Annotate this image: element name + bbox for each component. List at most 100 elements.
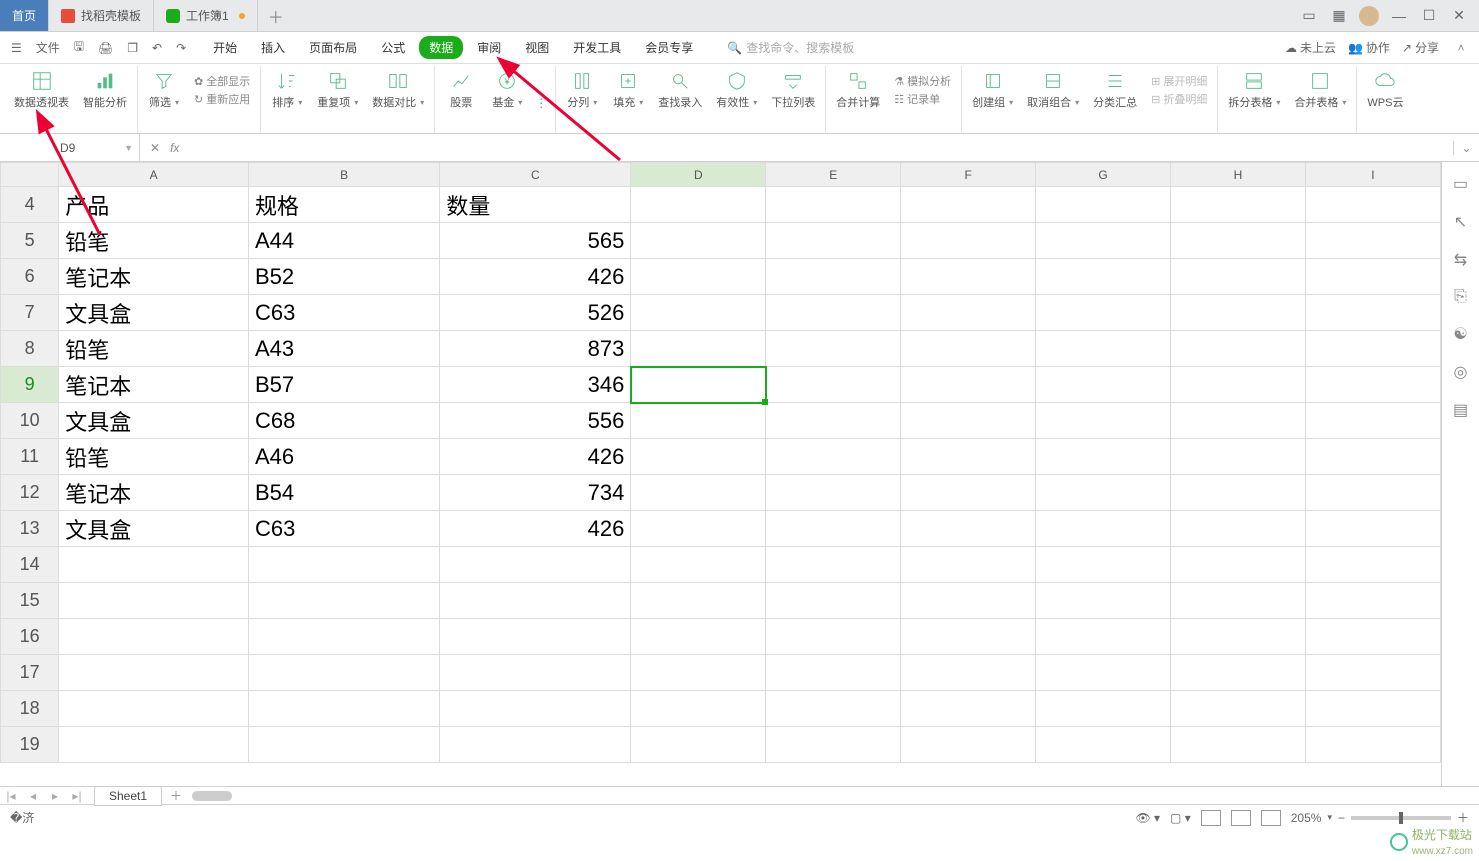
cell-E15[interactable] (766, 583, 901, 619)
pivot-table-button[interactable]: 数据透视表 (8, 68, 75, 112)
horizontal-scrollbar[interactable] (192, 791, 1469, 801)
cell-G17[interactable] (1036, 655, 1171, 691)
cell-C15[interactable] (440, 583, 631, 619)
col-header-D[interactable]: D (631, 163, 766, 187)
cell-C4[interactable]: 数量 (440, 187, 631, 223)
duplicates-button[interactable]: 重复项 (311, 68, 364, 112)
menu-icon[interactable]: ☰ (8, 41, 25, 55)
menu-页面布局[interactable]: 页面布局 (299, 36, 367, 59)
validation-button[interactable]: 有效性 (710, 68, 763, 112)
cell-A6[interactable]: 笔记本 (59, 259, 249, 295)
tab-add[interactable]: ＋ (258, 0, 294, 31)
cell-I12[interactable] (1305, 475, 1440, 511)
row-header-12[interactable]: 12 (1, 475, 59, 511)
cell-F13[interactable] (901, 511, 1036, 547)
cell-D10[interactable] (631, 403, 766, 439)
cell-A16[interactable] (59, 619, 249, 655)
close-button[interactable]: ✕ (1445, 4, 1473, 28)
cell-E4[interactable] (766, 187, 901, 223)
more-data-types[interactable]: ⋮ (531, 68, 551, 112)
menu-公式[interactable]: 公式 (371, 36, 415, 59)
cell-B18[interactable] (248, 691, 439, 727)
view-break[interactable] (1261, 810, 1281, 826)
col-header-I[interactable]: I (1305, 163, 1440, 187)
side-chat-icon[interactable]: ☯ (1453, 324, 1467, 344)
cell-F15[interactable] (901, 583, 1036, 619)
user-avatar[interactable] (1355, 4, 1383, 28)
zoom-slider[interactable] (1351, 816, 1451, 820)
cell-G6[interactable] (1036, 259, 1171, 295)
reapply-button[interactable]: ↻重新应用 (194, 91, 250, 107)
zoom-out-icon[interactable]: − (1338, 811, 1345, 825)
cell-D19[interactable] (631, 727, 766, 763)
cell-A9[interactable]: 笔记本 (59, 367, 249, 403)
apps-icon[interactable]: ▦ (1325, 4, 1353, 28)
cell-G15[interactable] (1036, 583, 1171, 619)
cell-E10[interactable] (766, 403, 901, 439)
cell-E18[interactable] (766, 691, 901, 727)
record-form-button[interactable]: ☷记录单 (894, 91, 951, 107)
cell-G18[interactable] (1036, 691, 1171, 727)
sheet-tab[interactable]: Sheet1 (94, 786, 162, 806)
col-header-C[interactable]: C (440, 163, 631, 187)
cell-B11[interactable]: A46 (248, 439, 439, 475)
zoom-control[interactable]: 205%▾ − ＋ (1291, 809, 1469, 826)
cell-B19[interactable] (248, 727, 439, 763)
col-header-G[interactable]: G (1036, 163, 1171, 187)
cell-B13[interactable]: C63 (248, 511, 439, 547)
name-box[interactable]: D9▼ (0, 134, 140, 161)
eye-icon[interactable]: 👁 ▾ (1135, 811, 1160, 825)
cell-G16[interactable] (1036, 619, 1171, 655)
cell-E8[interactable] (766, 331, 901, 367)
menu-开发工具[interactable]: 开发工具 (563, 36, 631, 59)
cell-C11[interactable]: 426 (440, 439, 631, 475)
col-header-A[interactable]: A (59, 163, 249, 187)
cell-H18[interactable] (1171, 691, 1306, 727)
group-button[interactable]: 创建组 (966, 68, 1019, 112)
what-if-button[interactable]: ⚗模拟分析 (894, 73, 951, 89)
sheet-nav-prev[interactable]: ◂ (22, 789, 44, 803)
cell-H7[interactable] (1171, 295, 1306, 331)
command-search[interactable]: 🔍 查找命令、搜索模板 (727, 39, 854, 56)
cell-C9[interactable]: 346 (440, 367, 631, 403)
menu-会员专享[interactable]: 会员专享 (635, 36, 703, 59)
cell-F11[interactable] (901, 439, 1036, 475)
cell-G14[interactable] (1036, 547, 1171, 583)
cell-F6[interactable] (901, 259, 1036, 295)
cell-E5[interactable] (766, 223, 901, 259)
cell-A14[interactable] (59, 547, 249, 583)
select-all-corner[interactable] (1, 163, 59, 187)
cell-G10[interactable] (1036, 403, 1171, 439)
cell-I14[interactable] (1305, 547, 1440, 583)
cell-A18[interactable] (59, 691, 249, 727)
row-header-6[interactable]: 6 (1, 259, 59, 295)
formula-expand-icon[interactable]: ⌄ (1453, 141, 1479, 155)
col-header-E[interactable]: E (766, 163, 901, 187)
share-button[interactable]: ↗ 分享 (1402, 39, 1439, 56)
side-book-icon[interactable]: ▤ (1453, 400, 1468, 420)
cell-C5[interactable]: 565 (440, 223, 631, 259)
ribbon-collapse-icon[interactable]: ˄ (1451, 41, 1471, 55)
tab-workbook[interactable]: 工作簿1 (154, 0, 258, 31)
cell-D18[interactable] (631, 691, 766, 727)
row-header-19[interactable]: 19 (1, 727, 59, 763)
fill-button[interactable]: 填充 (606, 68, 650, 112)
cell-A5[interactable]: 铅笔 (59, 223, 249, 259)
cell-E6[interactable] (766, 259, 901, 295)
cell-F7[interactable] (901, 295, 1036, 331)
cell-A8[interactable]: 铅笔 (59, 331, 249, 367)
cell-G9[interactable] (1036, 367, 1171, 403)
formula-input[interactable] (189, 134, 1453, 161)
collab-button[interactable]: 👥 协作 (1348, 39, 1390, 56)
subtotal-button[interactable]: 分类汇总 (1087, 68, 1143, 112)
layout-icon[interactable]: ▭ (1295, 4, 1323, 28)
cell-A13[interactable]: 文具盒 (59, 511, 249, 547)
cell-E19[interactable] (766, 727, 901, 763)
add-sheet-button[interactable]: ＋ (170, 787, 182, 804)
display-settings-icon[interactable]: ▢ ▾ (1170, 811, 1191, 825)
cell-D11[interactable] (631, 439, 766, 475)
cell-D6[interactable] (631, 259, 766, 295)
cell-F10[interactable] (901, 403, 1036, 439)
cell-F18[interactable] (901, 691, 1036, 727)
cell-E14[interactable] (766, 547, 901, 583)
